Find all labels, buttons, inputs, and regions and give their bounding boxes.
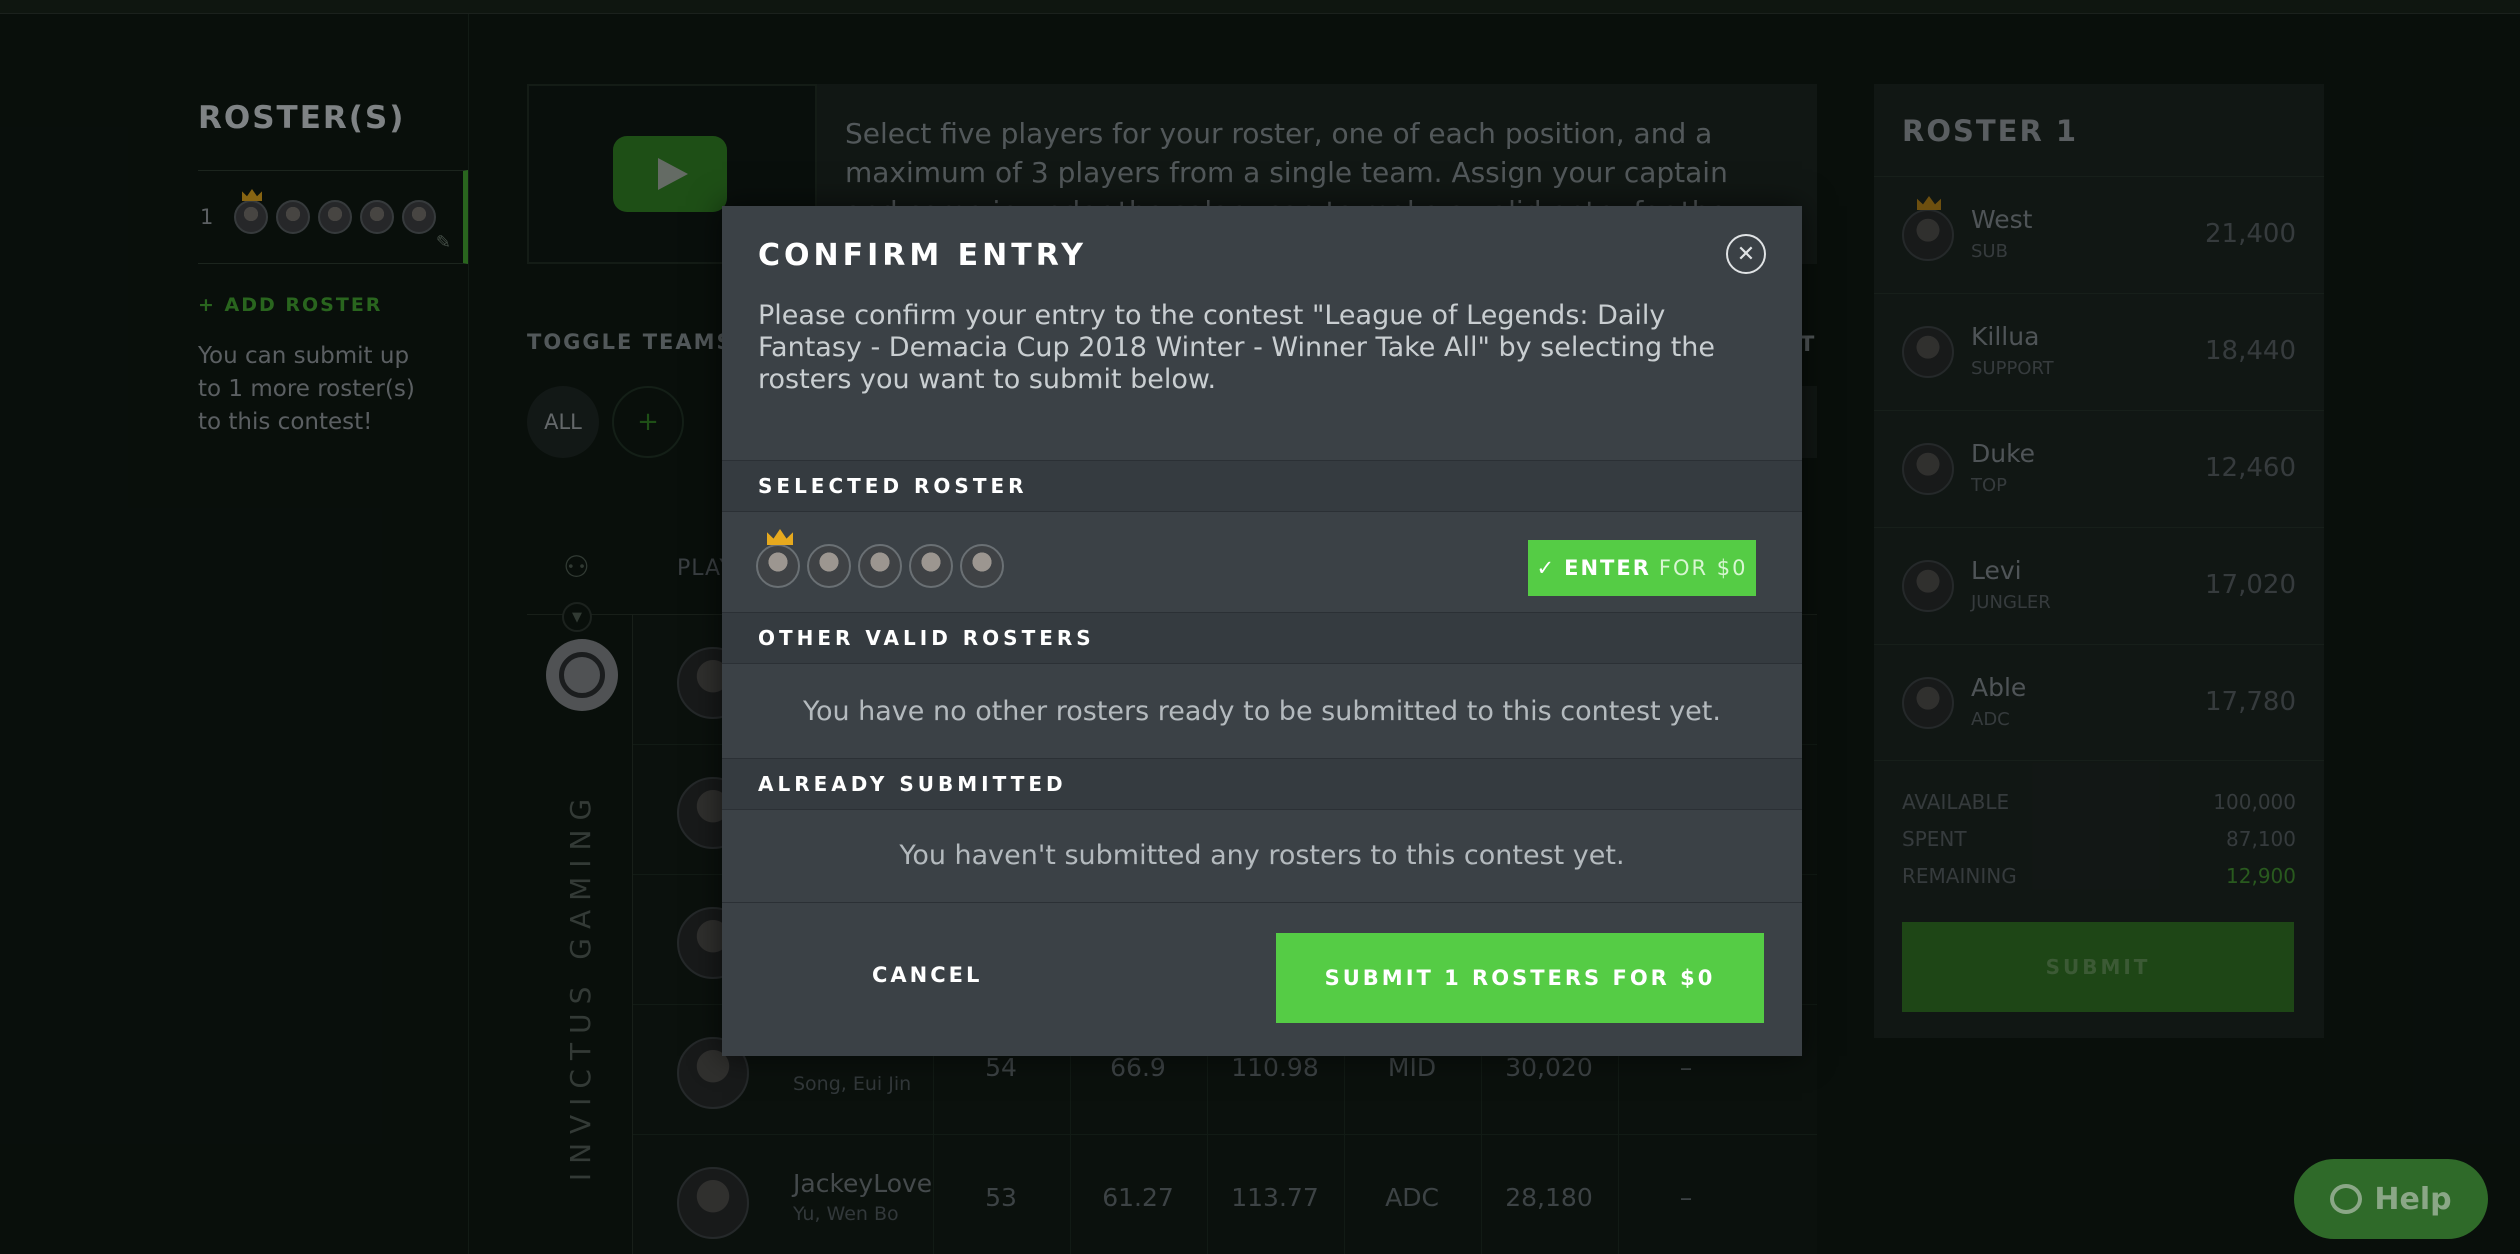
page: ROSTER(S) 1 ✎ + ADD ROSTER You can submi…	[0, 0, 2520, 1254]
modal-title: CONFIRM ENTRY	[758, 238, 1087, 273]
avatar	[756, 544, 800, 588]
other-rosters-heading: OTHER VALID ROSTERS	[722, 612, 1802, 664]
already-submitted-message: You haven't submitted any rosters to thi…	[899, 840, 1625, 871]
avatar	[960, 544, 1004, 588]
selected-roster-heading: SELECTED ROSTER	[722, 460, 1802, 512]
modal-description: Please confirm your entry to the contest…	[758, 300, 1716, 395]
help-label: Help	[2374, 1181, 2452, 1217]
help-button[interactable]: Help	[2294, 1159, 2488, 1239]
confirm-entry-modal: CONFIRM ENTRY ✕ Please confirm your entr…	[722, 206, 1802, 1056]
avatar	[807, 544, 851, 588]
avatar	[858, 544, 902, 588]
selected-roster-row: ✓ ENTER FOR $0	[722, 512, 1802, 612]
cancel-button[interactable]: CANCEL	[872, 963, 982, 987]
already-submitted-heading: ALREADY SUBMITTED	[722, 758, 1802, 810]
modal-footer: CANCEL SUBMIT 1 ROSTERS FOR $0	[722, 902, 1802, 1056]
avatar	[909, 544, 953, 588]
submit-rosters-button[interactable]: SUBMIT 1 ROSTERS FOR $0	[1276, 933, 1764, 1023]
close-icon[interactable]: ✕	[1726, 234, 1766, 274]
chat-bubble-icon	[2330, 1184, 2363, 1214]
other-rosters-message: You have no other rosters ready to be su…	[803, 696, 1721, 727]
enter-button[interactable]: ✓ ENTER FOR $0	[1528, 540, 1756, 596]
check-icon: ✓	[1536, 556, 1557, 580]
